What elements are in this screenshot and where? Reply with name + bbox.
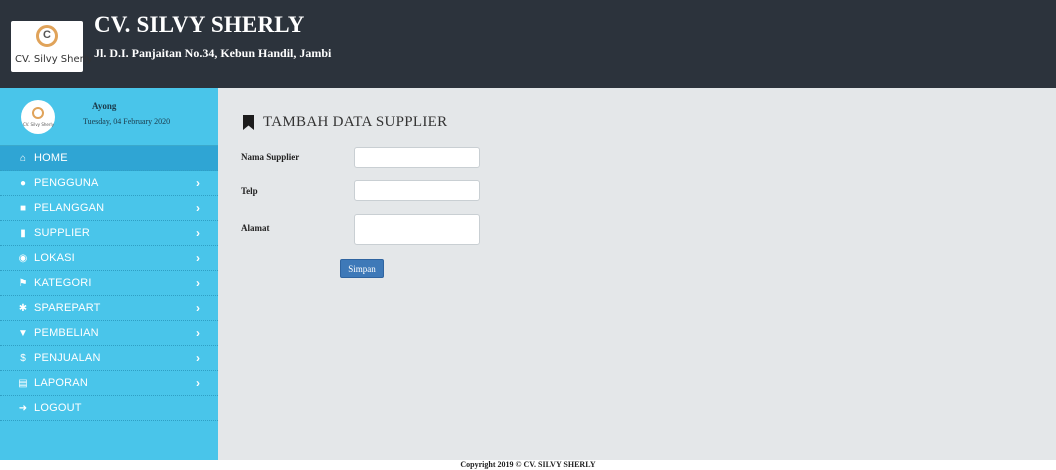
user-date: Tuesday, 04 February 2020 <box>83 117 171 126</box>
sidebar-item-penjualan[interactable]: $ PENJUALAN › <box>0 346 218 371</box>
sidebar: CV. Silvy Sherly Ayong Tuesday, 04 Febru… <box>0 88 218 460</box>
chevron-right-icon: › <box>196 251 200 265</box>
sidebar-item-label: SPAREPART <box>34 302 101 314</box>
sidebar-item-label: PELANGGAN <box>34 202 105 214</box>
logout-icon: ➜ <box>18 403 28 414</box>
nama-supplier-label: Nama Supplier <box>241 152 300 162</box>
sidebar-item-label: PENJUALAN <box>34 352 101 364</box>
sidebar-item-label: LAPORAN <box>34 377 88 389</box>
page-title: TAMBAH DATA SUPPLIER <box>263 114 448 130</box>
company-logo: C CV. Silvy Sherly <box>11 21 92 72</box>
telp-label: Telp <box>241 186 258 196</box>
company-address: Jl. D.I. Panjaitan No.34, Kebun Handil, … <box>94 46 332 60</box>
chevron-right-icon: › <box>196 201 200 215</box>
logo-mark: C <box>36 25 58 47</box>
sidebar-item-home[interactable]: ⌂ HOME <box>0 146 218 171</box>
main-content: TAMBAH DATA SUPPLIER Nama Supplier Telp … <box>218 88 1056 460</box>
alamat-field <box>354 214 480 245</box>
user-icon: ● <box>19 178 27 189</box>
alamat-textarea[interactable] <box>354 214 480 245</box>
sidebar-item-supplier[interactable]: ▮ SUPPLIER › <box>0 221 218 246</box>
sidebar-item-label: SUPPLIER <box>34 227 91 239</box>
sidebar-item-pelanggan[interactable]: ■ PELANGGAN › <box>0 196 218 221</box>
chevron-right-icon: › <box>196 176 200 190</box>
sidebar-item-sparepart[interactable]: ✱ SPAREPART › <box>0 296 218 321</box>
avatar-text: CV. Silvy Sherly <box>23 122 54 127</box>
sidebar-item-label: HOME <box>34 152 68 164</box>
flag-icon: ⚑ <box>18 278 28 289</box>
sidebar-item-pembelian[interactable]: ▼ PEMBELIAN › <box>0 321 218 346</box>
logo-letter: C <box>43 29 51 41</box>
file-icon: ▤ <box>18 378 28 389</box>
bookmark-icon: ▮ <box>20 228 26 239</box>
alamat-label: Alamat <box>241 223 270 233</box>
app-header: C CV. Silvy Sherly CV. SILVY SHERLY Jl. … <box>0 0 1056 88</box>
chevron-right-icon: › <box>196 351 200 365</box>
sidebar-item-label: PEMBELIAN <box>34 327 99 339</box>
cart-icon: ▼ <box>18 328 28 339</box>
logo-text: CV. Silvy Sherly <box>15 54 93 65</box>
save-button[interactable]: Simpan <box>340 259 384 278</box>
nama-supplier-input[interactable] <box>354 147 480 168</box>
home-icon: ⌂ <box>19 153 27 164</box>
briefcase-icon: ■ <box>19 203 27 214</box>
sidebar-item-lokasi[interactable]: ◉ LOKASI › <box>0 246 218 271</box>
sidebar-item-logout[interactable]: ➜ LOGOUT <box>0 396 218 421</box>
cog-icon: ✱ <box>18 303 28 314</box>
sidebar-menu: ⌂ HOME ● PENGGUNA › ■ PELANGGAN › ▮ SUPP… <box>0 146 218 421</box>
sidebar-item-label: KATEGORI <box>34 277 92 289</box>
sidebar-item-label: LOKASI <box>34 252 75 264</box>
chevron-right-icon: › <box>196 376 200 390</box>
sidebar-item-kategori[interactable]: ⚑ KATEGORI › <box>0 271 218 296</box>
avatar-logo-mark <box>32 107 44 119</box>
chevron-right-icon: › <box>196 326 200 340</box>
telp-input[interactable] <box>354 180 480 201</box>
chevron-right-icon: › <box>196 226 200 240</box>
bookmark-icon <box>243 115 254 130</box>
user-panel: CV. Silvy Sherly Ayong Tuesday, 04 Febru… <box>0 88 218 146</box>
user-name: Ayong <box>92 101 117 111</box>
sidebar-item-laporan[interactable]: ▤ LAPORAN › <box>0 371 218 396</box>
sidebar-item-label: LOGOUT <box>34 402 82 414</box>
company-name: CV. SILVY SHERLY <box>94 12 305 37</box>
sidebar-item-label: PENGGUNA <box>34 177 99 189</box>
dollar-icon: $ <box>20 353 26 364</box>
footer-copyright: Copyright 2019 © CV. SILVY SHERLY <box>460 460 596 469</box>
chevron-right-icon: › <box>196 301 200 315</box>
chevron-right-icon: › <box>196 276 200 290</box>
avatar: CV. Silvy Sherly <box>21 100 55 134</box>
sidebar-item-pengguna[interactable]: ● PENGGUNA › <box>0 171 218 196</box>
map-marker-icon: ◉ <box>18 253 28 264</box>
